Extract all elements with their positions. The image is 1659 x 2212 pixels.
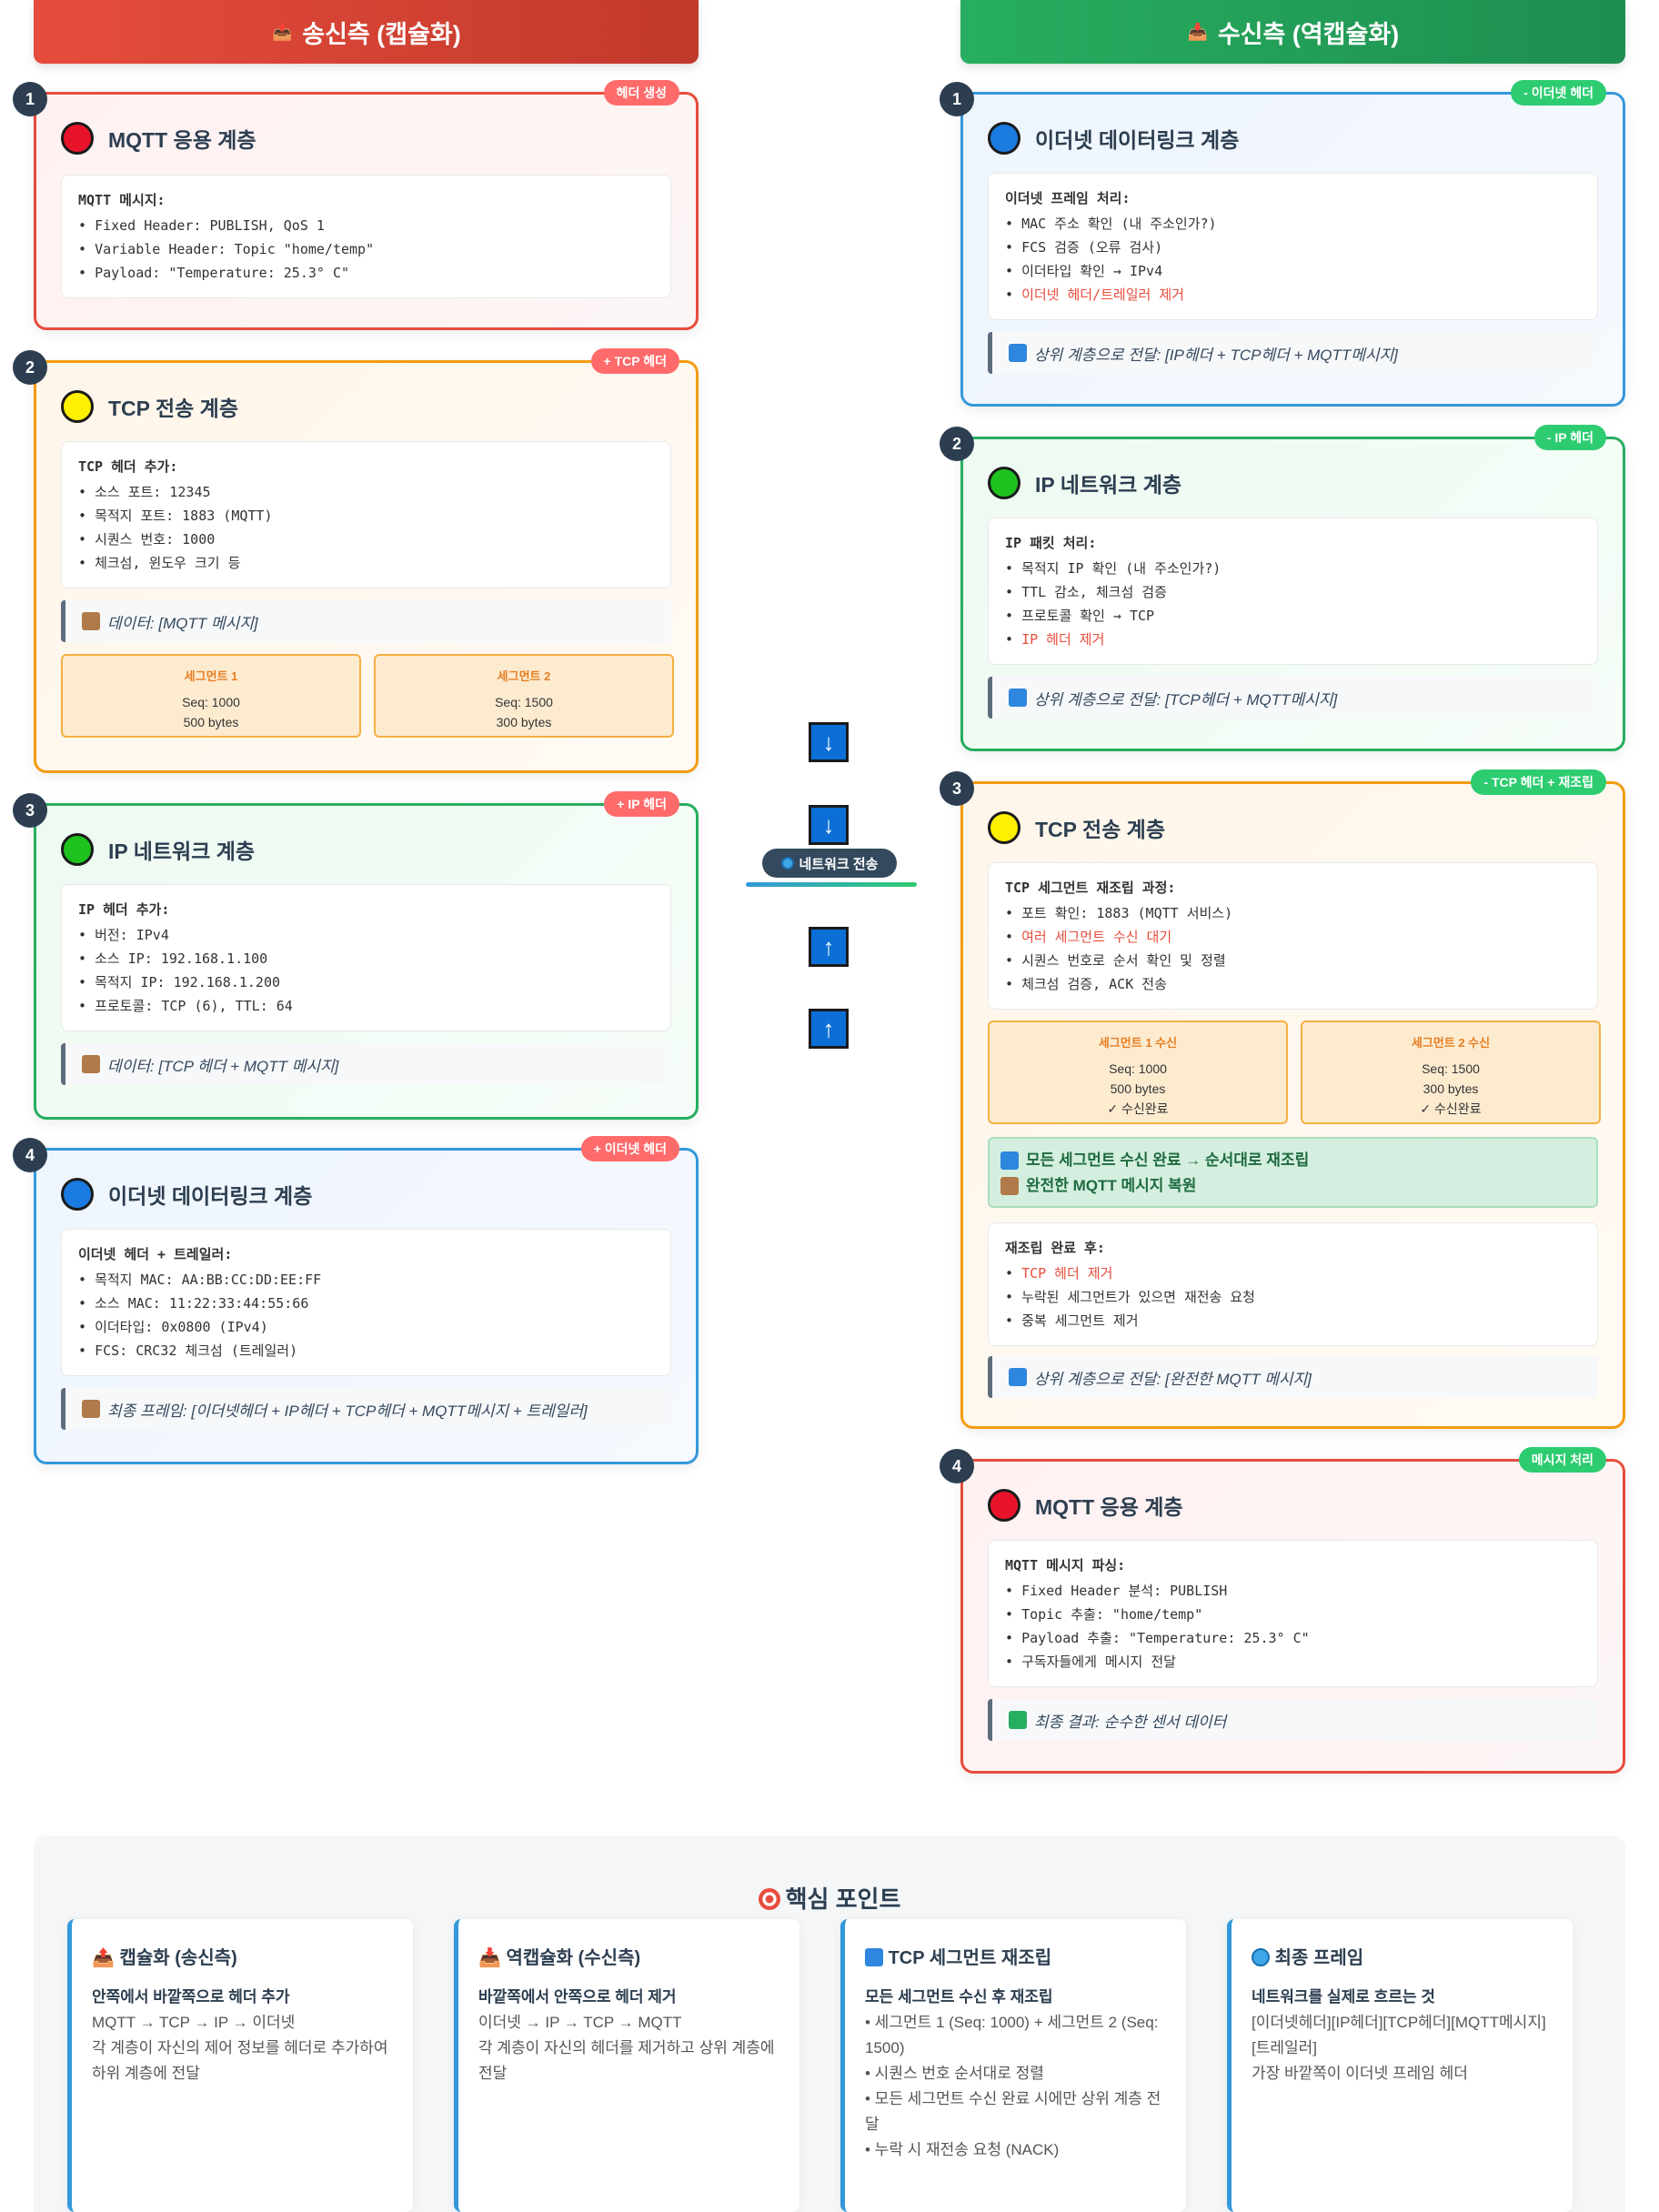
cycle-icon xyxy=(865,1948,883,1966)
received-segment-box: 세그먼트 1 수신 Seq: 1000 500 bytes ✓ 수신완료 xyxy=(988,1021,1288,1124)
data-note: 데이터: [MQTT 메시지] xyxy=(61,600,671,642)
cycle-icon xyxy=(1009,1368,1027,1386)
sender-ethernet-card: 4 + 이더넷 헤더 이더넷 데이터링크 계층 이더넷 헤더 + 트레일러: 목… xyxy=(13,1136,699,1464)
step-tag: - 이더넷 헤더 xyxy=(1511,80,1606,106)
step-number: 2 xyxy=(13,350,47,385)
target-icon xyxy=(758,1888,780,1910)
package-icon xyxy=(1000,1177,1019,1195)
step-number: 4 xyxy=(13,1138,47,1172)
summary-card-encapsulation: 📤 캡슐화 (송신측) 안쪽에서 바깥쪽으로 헤더 추가 MQTT → TCP … xyxy=(67,1919,413,2212)
summary-card-decapsulation: 📥 역캡슐화 (수신측) 바깥쪽에서 안쪽으로 헤더 제거 이더넷 → IP →… xyxy=(454,1919,799,2212)
key-points-title: 핵심 포인트 xyxy=(34,1881,1625,1915)
summary-card-title: 📥 역캡슐화 (수신측) xyxy=(478,1948,641,1968)
sender-title: 송신측 (캡슐화) xyxy=(302,20,461,48)
down-arrow-icon: ↓ xyxy=(809,805,849,845)
up-arrow-icon: ↑ xyxy=(809,1009,849,1049)
reassembly-done-box: 모든 세그먼트 수신 완료 → 순서대로 재조립 완전한 MQTT 메시지 복원 xyxy=(988,1137,1598,1208)
sender-tcp-card: 2 + TCP 헤더 TCP 전송 계층 TCP 헤더 추가: 소스 포트: 1… xyxy=(13,348,699,773)
step-tag: 헤더 생성 xyxy=(603,80,679,106)
step-number: 3 xyxy=(13,793,47,828)
red-circle-icon xyxy=(61,122,94,155)
globe-icon xyxy=(1252,1948,1270,1966)
step-number: 1 xyxy=(13,82,47,116)
cycle-icon xyxy=(1000,1151,1019,1170)
info-box: IP 패킷 처리: 목적지 IP 확인 (내 주소인가?) TTL 감소, 체크… xyxy=(988,518,1598,665)
step-tag: - TCP 헤더 + 재조립 xyxy=(1471,769,1606,795)
info-box: MQTT 메시지 파싱: Fixed Header 분석: PUBLISH To… xyxy=(988,1540,1598,1687)
step-number: 4 xyxy=(940,1449,974,1483)
step-number: 1 xyxy=(940,82,974,116)
info-box: 이더넷 헤더 + 트레일러: 목적지 MAC: AA:BB:CC:DD:EE:F… xyxy=(61,1229,671,1376)
summary-card-tcp-reassembly: TCP 세그먼트 재조립 모든 세그먼트 수신 후 재조립 • 세그먼트 1 (… xyxy=(840,1919,1186,2212)
forward-note: 상위 계층으로 전달: [IP헤더 + TCP헤더 + MQTT메시지] xyxy=(988,332,1598,374)
inbox-icon: 📥 xyxy=(478,1948,501,1968)
step-tag: 메시지 처리 xyxy=(1518,1447,1606,1473)
receiver-header: 📥 수신측 (역캡슐화) xyxy=(960,0,1625,64)
inbox-icon: 📥 xyxy=(1187,22,1209,41)
receiver-tcp-card: 3 - TCP 헤더 + 재조립 TCP 전송 계층 TCP 세그먼트 재조립 … xyxy=(940,769,1625,1429)
forward-note: 상위 계층으로 전달: [완전한 MQTT 메시지] xyxy=(988,1356,1598,1398)
cycle-icon xyxy=(1009,689,1027,707)
card-title: 이더넷 데이터링크 계층 xyxy=(61,1178,312,1211)
down-arrow-icon: ↓ xyxy=(809,722,849,762)
summary-card-title: 📤 캡슐화 (송신측) xyxy=(92,1948,237,1968)
receiver-ethernet-card: 1 - 이더넷 헤더 이더넷 데이터링크 계층 이더넷 프레임 처리: MAC … xyxy=(940,80,1625,407)
up-arrow-icon: ↑ xyxy=(809,927,849,967)
card-title: IP 네트워크 계층 xyxy=(988,467,1181,499)
received-segment-box: 세그먼트 2 수신 Seq: 1500 300 bytes ✓ 수신완료 xyxy=(1301,1021,1601,1124)
receiver-mqtt-card: 4 메시지 처리 MQTT 응용 계층 MQTT 메시지 파싱: Fixed H… xyxy=(940,1447,1625,1774)
receiver-title: 수신측 (역캡슐화) xyxy=(1217,20,1400,48)
summary-card-title: 최종 프레임 xyxy=(1252,1943,1553,1969)
info-box: 이더넷 프레임 처리: MAC 주소 확인 (내 주소인가?) FCS 검증 (… xyxy=(988,173,1598,320)
globe-icon xyxy=(780,857,794,870)
outbox-icon: 📤 xyxy=(272,22,293,41)
sender-mqtt-card: 1 헤더 생성 MQTT 응용 계층 MQTT 메시지: Fixed Heade… xyxy=(13,80,699,330)
forward-note: 상위 계층으로 전달: [TCP헤더 + MQTT메시지] xyxy=(988,677,1598,719)
summary-card-final-frame: 최종 프레임 네트워크를 실제로 흐르는 것 [이더넷헤더][IP헤더][TCP… xyxy=(1227,1919,1573,2212)
step-tag: + TCP 헤더 xyxy=(590,348,679,374)
summary-card-title: TCP 세그먼트 재조립 xyxy=(865,1943,1166,1969)
card-title: TCP 전송 계층 xyxy=(61,390,238,423)
check-icon xyxy=(1009,1711,1027,1729)
yellow-circle-icon xyxy=(61,390,94,423)
step-tag: + 이더넷 헤더 xyxy=(580,1136,679,1161)
blue-circle-icon xyxy=(61,1178,94,1211)
sender-header: 📤 송신측 (캡슐화) xyxy=(34,0,699,64)
card-title: IP 네트워크 계층 xyxy=(61,833,255,866)
outbox-icon: 📤 xyxy=(92,1948,115,1968)
step-tag: + IP 헤더 xyxy=(604,791,679,817)
red-circle-icon xyxy=(988,1489,1021,1522)
package-icon xyxy=(82,1055,100,1073)
info-box: 재조립 완료 후: TCP 헤더 제거 누락된 세그먼트가 있으면 재전송 요청… xyxy=(988,1222,1598,1346)
step-tag: - IP 헤더 xyxy=(1533,425,1606,450)
package-icon xyxy=(82,1400,100,1418)
package-icon xyxy=(82,612,100,630)
segment-box: 세그먼트 2 Seq: 1500 300 bytes xyxy=(374,654,674,738)
green-circle-icon xyxy=(988,467,1021,499)
network-transfer-label: 네트워크 전송 xyxy=(762,849,897,878)
yellow-circle-icon xyxy=(988,811,1021,844)
card-title: MQTT 응용 계층 xyxy=(988,1489,1183,1522)
step-number: 3 xyxy=(940,771,974,806)
blue-circle-icon xyxy=(988,122,1021,155)
card-title: TCP 전송 계층 xyxy=(988,811,1165,844)
segment-box: 세그먼트 1 Seq: 1000 500 bytes xyxy=(61,654,361,738)
data-note: 데이터: [TCP 헤더 + MQTT 메시지] xyxy=(61,1043,671,1085)
receiver-ip-card: 2 - IP 헤더 IP 네트워크 계층 IP 패킷 처리: 목적지 IP 확인… xyxy=(940,425,1625,751)
result-note: 최종 결과: 순수한 센서 데이터 xyxy=(988,1699,1598,1741)
info-box: TCP 헤더 추가: 소스 포트: 12345 목적지 포트: 1883 (MQ… xyxy=(61,441,671,588)
card-title: MQTT 응용 계층 xyxy=(61,122,256,155)
green-circle-icon xyxy=(61,833,94,866)
step-number: 2 xyxy=(940,427,974,461)
network-line xyxy=(746,882,917,887)
cycle-icon xyxy=(1009,344,1027,362)
info-box: IP 헤더 추가: 버전: IPv4 소스 IP: 192.168.1.100 … xyxy=(61,884,671,1031)
info-box: TCP 세그먼트 재조립 과정: 포트 확인: 1883 (MQTT 서비스) … xyxy=(988,862,1598,1010)
final-frame-note: 최종 프레임: [이더넷헤더 + IP헤더 + TCP헤더 + MQTT메시지 … xyxy=(61,1388,671,1430)
key-points-section: 핵심 포인트 📤 캡슐화 (송신측) 안쪽에서 바깥쪽으로 헤더 추가 MQTT… xyxy=(34,1835,1625,2212)
info-box: MQTT 메시지: Fixed Header: PUBLISH, QoS 1 V… xyxy=(61,175,671,298)
sender-ip-card: 3 + IP 헤더 IP 네트워크 계층 IP 헤더 추가: 버전: IPv4 … xyxy=(13,791,699,1120)
card-title: 이더넷 데이터링크 계층 xyxy=(988,122,1239,155)
